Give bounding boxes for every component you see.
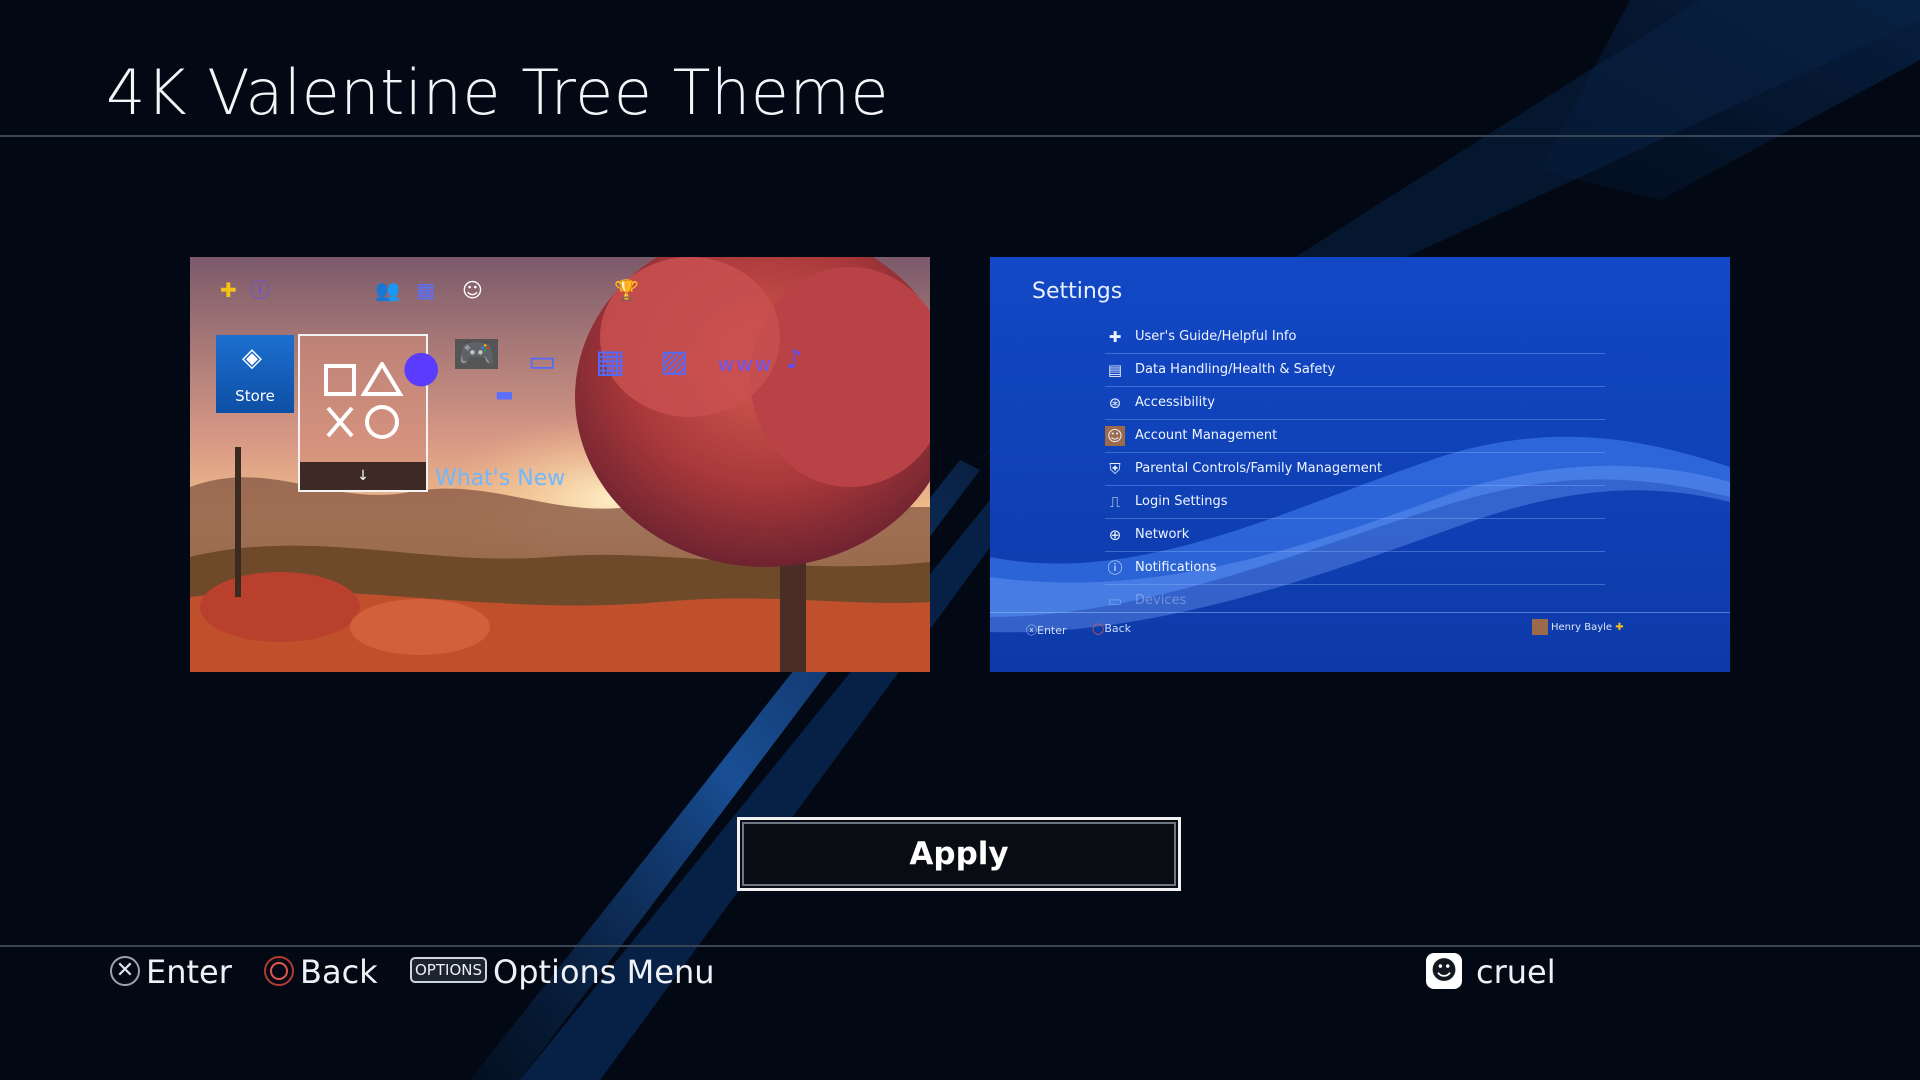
data-icon: ▤ bbox=[1107, 361, 1123, 379]
enter-label: Enter bbox=[146, 953, 232, 991]
settings-item-label: Notifications bbox=[1135, 560, 1217, 575]
settings-item-data-handling[interactable]: ▤ Data Handling/Health & Safety bbox=[1105, 354, 1605, 387]
accessibility-icon: ⊛ bbox=[1108, 394, 1122, 412]
settings-item-login-settings[interactable]: ⎍ Login Settings bbox=[1105, 486, 1605, 519]
home-screen-preview: ✚ ⓘ 👥 ▦ ☺ 🏆 ◈ Store ↓ ● 🎮 ▬ ▭ ▦ ▨ www ♪ … bbox=[190, 257, 930, 672]
globe-icon: ⊕ bbox=[1108, 526, 1122, 544]
settings-enter-hint: ⓧEnter bbox=[1026, 622, 1067, 638]
settings-back-hint: ◯Back bbox=[1092, 622, 1131, 635]
grid-apps-icon[interactable]: ▦ bbox=[595, 345, 625, 377]
settings-item-account-management[interactable]: ☺ Account Management bbox=[1105, 420, 1605, 453]
settings-list: ✚ User's Guide/Helpful Info ▤ Data Handl… bbox=[1105, 321, 1605, 617]
user-name: cruel bbox=[1476, 953, 1556, 991]
settings-item-label: Accessibility bbox=[1135, 395, 1215, 410]
settings-item-label: Parental Controls/Family Management bbox=[1135, 461, 1383, 476]
playstation-store-icon: ◈ bbox=[242, 343, 262, 373]
controller-icon[interactable]: 🎮 bbox=[455, 339, 499, 369]
ps-plus-icon: ✚ bbox=[1615, 622, 1624, 633]
settings-user: Henry Bayle ✚ bbox=[1532, 619, 1624, 635]
back-hint: Back bbox=[264, 950, 378, 994]
tv-video-icon[interactable]: ▭ bbox=[528, 347, 556, 377]
page-title: 4K Valentine Tree Theme bbox=[106, 56, 889, 129]
settings-enter-label: Enter bbox=[1037, 624, 1067, 637]
music-icon[interactable]: ♪ bbox=[786, 347, 803, 373]
current-user: ☻ cruel bbox=[1426, 950, 1556, 994]
settings-item-accessibility[interactable]: ⊛ Accessibility bbox=[1105, 387, 1605, 420]
devices-icon: ▭ bbox=[1107, 592, 1123, 610]
circle-button-icon: ◯ bbox=[1092, 622, 1105, 635]
settings-item-label: User's Guide/Helpful Info bbox=[1135, 329, 1297, 344]
settings-item-users-guide[interactable]: ✚ User's Guide/Helpful Info bbox=[1105, 321, 1605, 354]
store-tile[interactable]: ◈ Store bbox=[216, 335, 294, 413]
trophy-icon[interactable]: 🏆 bbox=[614, 279, 639, 301]
shield-icon: ⛨ bbox=[1109, 460, 1121, 478]
settings-title: Settings bbox=[1032, 279, 1123, 304]
settings-item-label: Data Handling/Health & Safety bbox=[1135, 362, 1336, 377]
whats-new-label: What's New bbox=[435, 466, 566, 491]
back-label: Back bbox=[300, 953, 378, 991]
info-icon: ⓘ bbox=[1107, 559, 1123, 577]
header-divider bbox=[0, 135, 1920, 137]
store-tile-label: Store bbox=[235, 387, 275, 405]
whats-new-info-icon[interactable]: ⓘ bbox=[250, 279, 270, 301]
avatar bbox=[1532, 619, 1548, 635]
options-label: Options Menu bbox=[493, 953, 715, 991]
cross-button-icon: ✕ bbox=[110, 956, 140, 986]
ps-plus-icon[interactable]: ✚ bbox=[220, 279, 237, 301]
capture-gallery-icon[interactable]: ▨ bbox=[660, 347, 688, 377]
settings-user-name: Henry Bayle bbox=[1551, 622, 1613, 633]
options-button-icon: OPTIONS bbox=[410, 957, 487, 983]
library-tile-expand-arrow: ↓ bbox=[300, 462, 426, 490]
user-avatar-icon: ☻ bbox=[1426, 953, 1462, 989]
options-hint: OPTIONS Options Menu bbox=[410, 950, 715, 994]
footer-divider bbox=[0, 945, 1920, 947]
account-icon: ☺ bbox=[1105, 426, 1125, 446]
settings-screen-preview: Settings ✚ User's Guide/Helpful Info ▤ D… bbox=[990, 257, 1730, 672]
cross-button-icon: ⓧ bbox=[1026, 624, 1037, 637]
settings-item-label: Login Settings bbox=[1135, 494, 1228, 509]
help-icon: ✚ bbox=[1108, 328, 1122, 346]
friends-icon[interactable]: 👥 bbox=[375, 279, 400, 301]
apply-button[interactable]: Apply bbox=[737, 817, 1181, 891]
settings-item-label: Network bbox=[1135, 527, 1190, 542]
settings-item-network[interactable]: ⊕ Network bbox=[1105, 519, 1605, 552]
profile-icon[interactable]: ☺ bbox=[462, 279, 483, 301]
disc-icon[interactable]: ● bbox=[402, 345, 440, 389]
circle-button-icon bbox=[264, 956, 294, 986]
folder-icon[interactable]: ▬ bbox=[495, 383, 514, 405]
messages-icon[interactable]: ▦ bbox=[416, 279, 435, 301]
settings-item-parental-controls[interactable]: ⛨ Parental Controls/Family Management bbox=[1105, 453, 1605, 486]
settings-item-label: Account Management bbox=[1135, 428, 1278, 443]
settings-back-label: Back bbox=[1104, 622, 1132, 635]
internet-browser-icon[interactable]: www bbox=[718, 353, 773, 375]
login-icon: ⎍ bbox=[1109, 493, 1121, 511]
enter-hint: ✕ Enter bbox=[110, 950, 232, 994]
settings-footer-divider bbox=[990, 612, 1730, 613]
playstation-shapes-icon bbox=[324, 362, 404, 439]
settings-item-notifications[interactable]: ⓘ Notifications bbox=[1105, 552, 1605, 585]
